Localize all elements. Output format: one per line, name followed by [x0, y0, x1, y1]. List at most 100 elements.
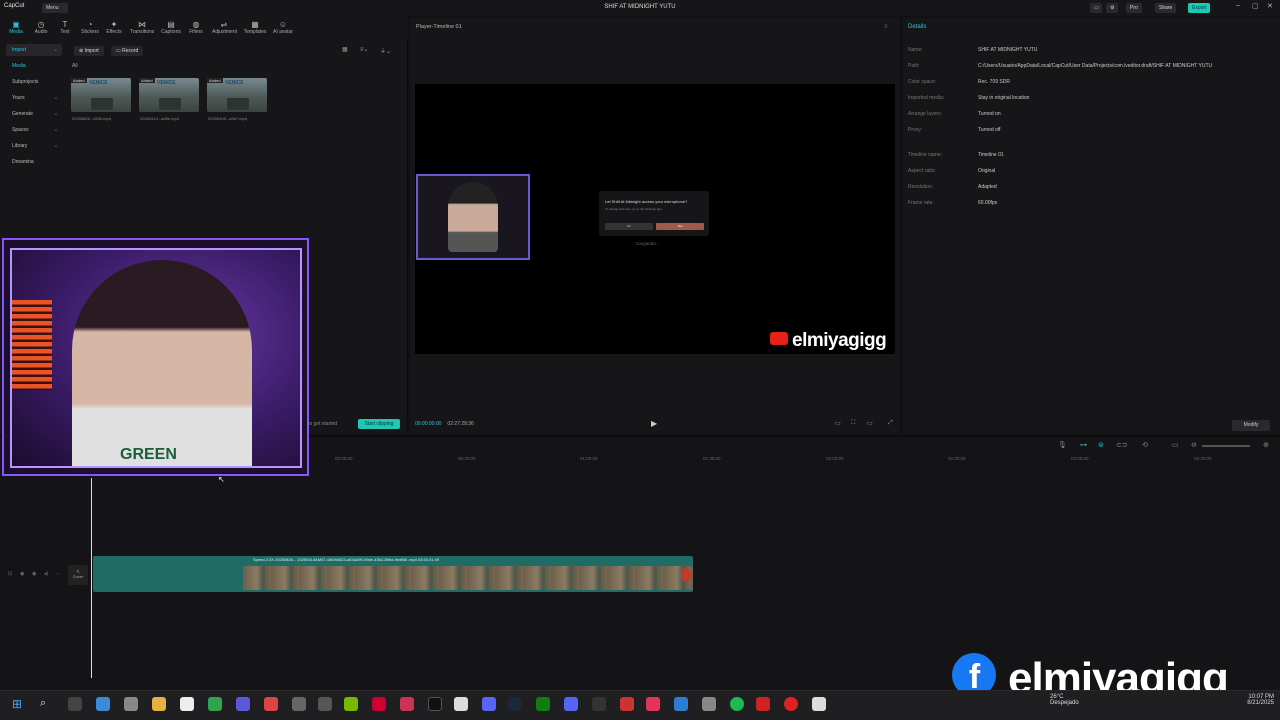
modify-button[interactable]: Modify: [1232, 420, 1270, 431]
windows-start-icon[interactable]: ⊞: [12, 697, 26, 711]
start-clipping-button[interactable]: Start clipping: [358, 419, 400, 429]
app-icon[interactable]: [292, 697, 306, 711]
tool-filters[interactable]: ◍ Filters: [184, 20, 208, 35]
left-nav: Import ⌄ Media Subprojects Yours ⌄ Generat…: [6, 44, 62, 172]
playhead[interactable]: [91, 478, 92, 678]
magnet-icon[interactable]: ⊜: [1098, 441, 1104, 449]
vscode-icon[interactable]: [674, 697, 688, 711]
zoom-in-icon[interactable]: ⊕: [1263, 441, 1269, 449]
track-visible-icon[interactable]: ◉: [32, 571, 36, 577]
media-thumbnail[interactable]: Added VENICE: [139, 78, 199, 112]
layout-icon[interactable]: ▭: [1090, 3, 1102, 13]
menu-icon[interactable]: ≡: [884, 24, 888, 30]
clock[interactable]: 10:07 PM 8/21/2025: [1234, 694, 1274, 706]
chrome-icon[interactable]: [264, 697, 278, 711]
tool-transitions[interactable]: ⋈ Transitions: [130, 20, 154, 35]
mic-icon[interactable]: 🎙: [1058, 441, 1067, 449]
app-icon[interactable]: [564, 697, 578, 711]
notion-icon[interactable]: [180, 697, 194, 711]
sort-icon[interactable]: ≡⌄: [360, 46, 369, 53]
crop-icon[interactable]: ⛶: [851, 420, 855, 427]
dialog-yes-button[interactable]: Yes: [656, 223, 704, 230]
nav-dreamina[interactable]: Dreamina: [6, 156, 62, 168]
zoom-slider[interactable]: [1202, 445, 1250, 447]
tool-media[interactable]: ▣ Media: [4, 20, 28, 35]
share-button[interactable]: Share: [1155, 3, 1177, 13]
pro-button[interactable]: Pro: [1126, 3, 1142, 13]
preview-axis-icon[interactable]: ⊂⊃: [1116, 441, 1128, 449]
detail-color-space: Color space: Rec. 709 SDR: [908, 79, 1010, 85]
tool-audio[interactable]: ◷ Audio: [29, 20, 53, 35]
zoom-out-icon[interactable]: ⊖: [1191, 441, 1197, 449]
play-icon[interactable]: ▶: [651, 419, 657, 428]
caption-icon[interactable]: ▭: [1172, 441, 1179, 449]
minimize-icon[interactable]: –: [1236, 2, 1240, 9]
nav-yours[interactable]: Yours ⌄: [6, 92, 62, 104]
nav-subprojects[interactable]: Subprojects: [6, 76, 62, 88]
split-icon[interactable]: ⟲: [1142, 441, 1148, 449]
settings-icon[interactable]: ⚙: [1106, 3, 1118, 13]
dialog-no-button[interactable]: No: [605, 223, 653, 230]
cover-button[interactable]: ✎ Cover: [68, 565, 88, 585]
spotify-icon[interactable]: [730, 697, 744, 711]
file-explorer-icon[interactable]: [152, 697, 166, 711]
nvidia-icon[interactable]: [344, 697, 358, 711]
tool-text[interactable]: T Text: [53, 20, 77, 35]
tool-stickers[interactable]: ◔ Stickers: [78, 20, 102, 35]
track-lock-icon[interactable]: ⊡: [8, 571, 12, 577]
tiktok-icon[interactable]: [428, 697, 442, 711]
frame-icon[interactable]: ▭: [835, 420, 841, 427]
app-icon[interactable]: [372, 697, 386, 711]
xbox-icon[interactable]: [536, 697, 550, 711]
media-thumbnail[interactable]: Added VENICE: [71, 78, 131, 112]
app-icon[interactable]: [400, 697, 414, 711]
filter-all[interactable]: All: [72, 63, 78, 69]
store-icon[interactable]: [124, 697, 138, 711]
capcut-icon[interactable]: [454, 697, 468, 711]
close-icon[interactable]: ✕: [1267, 2, 1273, 10]
toolbar: ▣ Media ◷ Audio T Text ◔ Stickers ✦ Effects ⋈…: [0, 16, 408, 38]
record-button[interactable]: ▭ Record: [111, 46, 144, 56]
track-audio-icon[interactable]: ◂): [44, 571, 48, 577]
weather-widget[interactable]: 26°C Despejado: [1050, 694, 1079, 706]
track-hide-icon[interactable]: ◉: [20, 571, 24, 577]
tool-captions[interactable]: ▤ Captions: [159, 20, 183, 35]
task-view-icon[interactable]: [68, 697, 82, 711]
search-icon[interactable]: ⌕: [40, 697, 54, 711]
nav-spaces[interactable]: Spaces ⌄: [6, 124, 62, 136]
tool-ai-avatar[interactable]: ☺ AI avatar: [271, 20, 295, 35]
app-icon[interactable]: [646, 697, 660, 711]
track-more-icon[interactable]: ⋯: [56, 571, 61, 577]
grid-view-icon[interactable]: ▦: [342, 46, 348, 53]
nav-generate[interactable]: Generate ⌄: [6, 108, 62, 120]
project-title: SHIF AT MIDNIGHT YUTU: [604, 4, 676, 10]
export-button[interactable]: Export: [1188, 3, 1211, 13]
app-icon[interactable]: [592, 697, 606, 711]
video-clip[interactable]: Speed 2.0X 20250826... 20250414AM47-44f2…: [93, 556, 693, 592]
discord-icon[interactable]: [482, 697, 496, 711]
import-button[interactable]: ⊕ Import: [74, 46, 104, 56]
nav-library[interactable]: Library ⌄: [6, 140, 62, 152]
copilot-icon[interactable]: [96, 697, 110, 711]
obs-icon[interactable]: [318, 697, 332, 711]
pip-overlay[interactable]: [416, 174, 530, 260]
steam-icon[interactable]: [508, 697, 522, 711]
media-thumbnail[interactable]: Added VENICE: [207, 78, 267, 112]
maximize-icon[interactable]: ▢: [1252, 2, 1259, 10]
nav-import[interactable]: Import ⌄: [6, 44, 62, 56]
tool-adjustment[interactable]: ⇌ Adjustment: [212, 20, 237, 35]
app-icon[interactable]: [620, 697, 634, 711]
filter-icon[interactable]: ⏚⌄: [380, 46, 391, 55]
app-icon[interactable]: [756, 697, 770, 711]
capcut-icon[interactable]: [812, 697, 826, 711]
nav-media[interactable]: Media: [6, 60, 62, 72]
tool-templates[interactable]: ▦ Templates: [243, 20, 267, 35]
tool-effects[interactable]: ✦ Effects: [102, 20, 126, 35]
link-icon[interactable]: ⊶: [1080, 441, 1087, 449]
whatsapp-icon[interactable]: [208, 697, 222, 711]
app-icon[interactable]: [702, 697, 716, 711]
app-icon[interactable]: [236, 697, 250, 711]
fullscreen-icon[interactable]: ⤢: [888, 420, 893, 427]
ratio-icon[interactable]: ▭: [867, 420, 873, 427]
app-icon[interactable]: [784, 697, 798, 711]
